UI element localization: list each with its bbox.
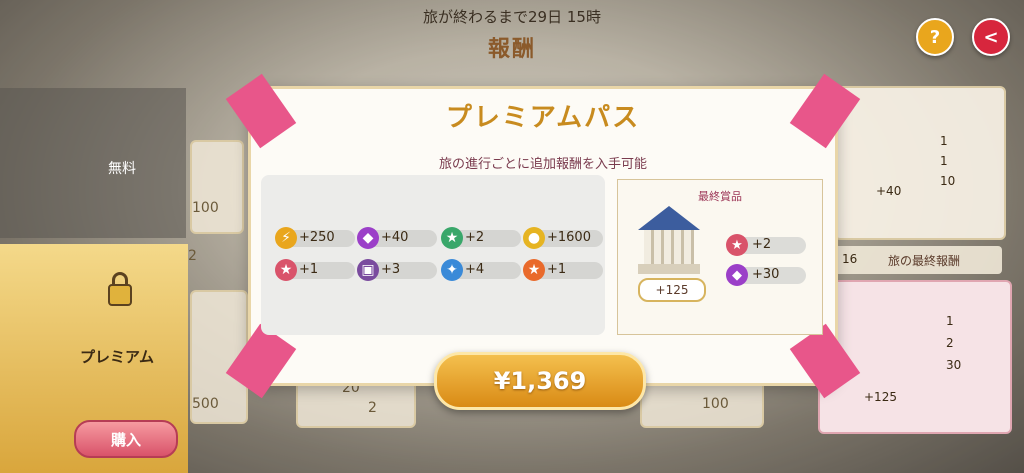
right-reward-card: +40 1 1 10 (834, 86, 1006, 240)
star-badge-icon: ★ (726, 234, 748, 256)
question-icon: ? (929, 26, 941, 48)
buy-button[interactable]: 購入 (74, 420, 178, 458)
right-premium-item-3: 30 (946, 358, 962, 372)
page-title: 報酬 (487, 37, 536, 62)
right-premium-item-2: 2 (946, 336, 954, 350)
header: 旅が終わるまで29日 15時 報酬 (0, 6, 1024, 63)
purchase-price-button[interactable]: ¥1,369 (434, 352, 646, 410)
free-tier-label: 無料 (108, 161, 136, 177)
rewards-panel: ⚡ +250 ◆ +40 ★ +2 ● +1600 ★ +1 ▣ +3 ✦ +4 ★ +1 (261, 175, 605, 335)
premium-left-value: 500 (192, 396, 219, 412)
right-card-cost: +40 (876, 184, 902, 198)
right-card-item-2: 1 (940, 154, 948, 168)
magic-star-icon: ★ (523, 259, 545, 281)
final-row-label: 旅の最終報酬 (888, 254, 961, 268)
right-card-item-3: 10 (940, 174, 956, 188)
back-button[interactable]: < (972, 18, 1010, 56)
premium-mid-value-2: 2 (368, 400, 377, 416)
free-tier-panel: 無料 (0, 88, 186, 238)
back-arrow-icon: < (983, 26, 999, 48)
premium-right-value: 100 (702, 396, 729, 412)
star-badge-icon: ★ (275, 259, 297, 281)
star-badge-icon: ★ (441, 227, 463, 249)
final-prize-cost: +125 (638, 278, 706, 302)
final-reward-row: 16 旅の最終報酬 (832, 246, 1002, 274)
final-prize-title: 最終賞品 (698, 190, 742, 203)
right-card-item-1: 1 (940, 134, 948, 148)
premium-pass-modal: プレミアムパス 旅の進行ごとに追加報酬を入手可能 ⚡ +250 ◆ +40 ★ +2 … (225, 73, 861, 399)
gem-icon: ◆ (726, 264, 748, 286)
countdown-text: 旅が終わるまで29日 15時 (423, 8, 601, 26)
final-prize-panel: 最終賞品 +125 ★ +2 ◆ +30 (617, 179, 823, 335)
temple-icon (638, 206, 700, 276)
free-reward-card: 100 (190, 140, 244, 234)
modal-title: プレミアムパス (445, 103, 641, 133)
lightning-icon: ⚡ (275, 227, 297, 249)
row-number: 2 (188, 248, 197, 264)
premium-tier-label: プレミアム (80, 348, 154, 366)
lock-icon (108, 272, 132, 306)
compass-icon: ✦ (441, 259, 463, 281)
modal-subtitle: 旅の進行ごとに追加報酬を入手可能 (438, 157, 647, 172)
gem-icon: ◆ (357, 227, 379, 249)
right-premium-cost: +125 (864, 390, 897, 404)
right-premium-item-1: 1 (946, 314, 954, 328)
final-row-number: 16 (842, 252, 858, 266)
free-reward-value: 100 (192, 200, 219, 216)
help-button[interactable]: ? (916, 18, 954, 56)
coin-icon: ● (523, 227, 545, 249)
ticket-icon: ▣ (357, 259, 379, 281)
